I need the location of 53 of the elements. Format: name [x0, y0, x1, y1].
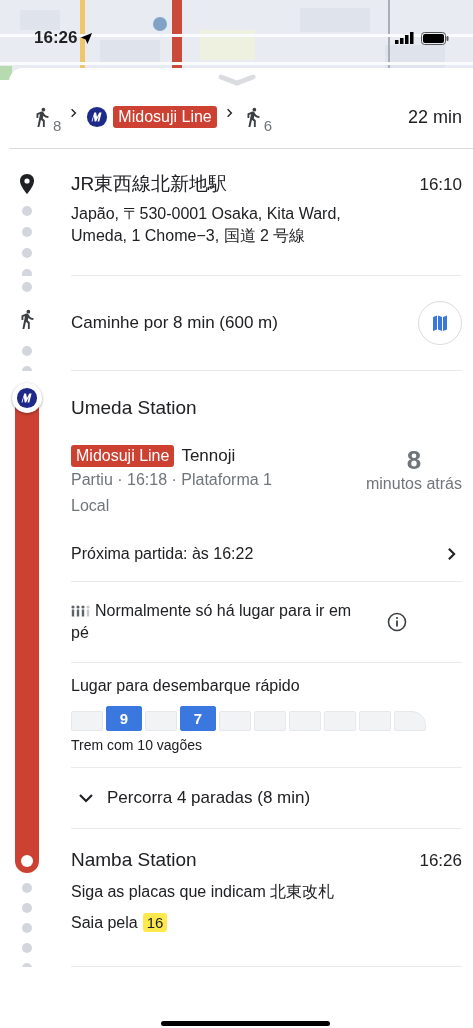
trip-duration: 22 min [407, 106, 462, 128]
route-dot [21, 227, 32, 237]
metro-logo-icon [86, 106, 109, 128]
train-car: 7 [180, 706, 216, 731]
route-dot [21, 269, 32, 276]
arrival-time: 16:26 [419, 851, 462, 871]
chevron-icon [447, 547, 456, 561]
station-address: Japão, 〒530-0001 Osaka, Kita Ward, Umeda, 1 Chome−3, 国道 2 号線 [71, 204, 342, 246]
location-arrow-icon [80, 31, 94, 45]
station-name: JR東西線北新地駅 [71, 172, 228, 196]
route-dot [21, 923, 32, 933]
chevron-icon [70, 108, 78, 118]
countdown-value: 8 [406, 445, 422, 475]
exit-label: Saia pela [71, 913, 138, 932]
service-type: Local [71, 496, 111, 516]
train-car: 9 [106, 706, 142, 731]
metro-logo-icon [15, 387, 38, 409]
route-dot [21, 943, 32, 953]
route-dot [21, 903, 32, 913]
departure-details: Partiu · 16:18 · Plataforma 1 [71, 470, 272, 490]
arrival-time: 16:10 [419, 175, 462, 195]
status-time: 16:26 [34, 28, 78, 48]
countdown-label: minutos atrás [365, 475, 462, 493]
chevron-down-icon [79, 793, 93, 803]
walk-minutes: 6 [263, 117, 273, 134]
chevron-icon [225, 108, 233, 118]
people-icon [71, 605, 91, 617]
headsign: Tennoji [181, 446, 236, 466]
map-icon [430, 313, 450, 333]
crowding-note: Normalmente só há lugar para ir em pé [71, 601, 353, 643]
exit-directions: Siga as placas que indicam 北東改札 [71, 882, 336, 902]
train-caption: Trem com 10 vagões [71, 737, 203, 753]
station-name: Umeda Station [71, 397, 198, 419]
info-icon[interactable] [387, 612, 407, 632]
station-name: Namba Station [71, 849, 197, 871]
next-departure-link[interactable]: Próxima partida: às 16:22 [71, 519, 462, 563]
stops-toggle[interactable]: Percorra 4 paradas (8 min) [71, 768, 462, 828]
line-badge: Midosuji Line [71, 445, 175, 467]
line-badge: Midosuji Line [113, 106, 217, 128]
stop-marker [20, 855, 33, 867]
route-dot [21, 282, 32, 292]
route-dot [21, 346, 32, 356]
walk-instruction: Caminhe por 8 min (600 m) [71, 313, 278, 333]
walk-minutes: 8 [53, 117, 62, 134]
drag-handle-icon[interactable] [217, 74, 256, 86]
route-dot [21, 883, 32, 893]
signal-icon [395, 32, 415, 44]
exit-position-title: Lugar para desembarque rápido [71, 677, 301, 695]
route-dot [21, 206, 32, 216]
battery-icon [421, 31, 449, 45]
route-dot [21, 248, 32, 258]
exit-number-badge: 16 [142, 913, 168, 932]
map-button[interactable] [418, 301, 462, 345]
